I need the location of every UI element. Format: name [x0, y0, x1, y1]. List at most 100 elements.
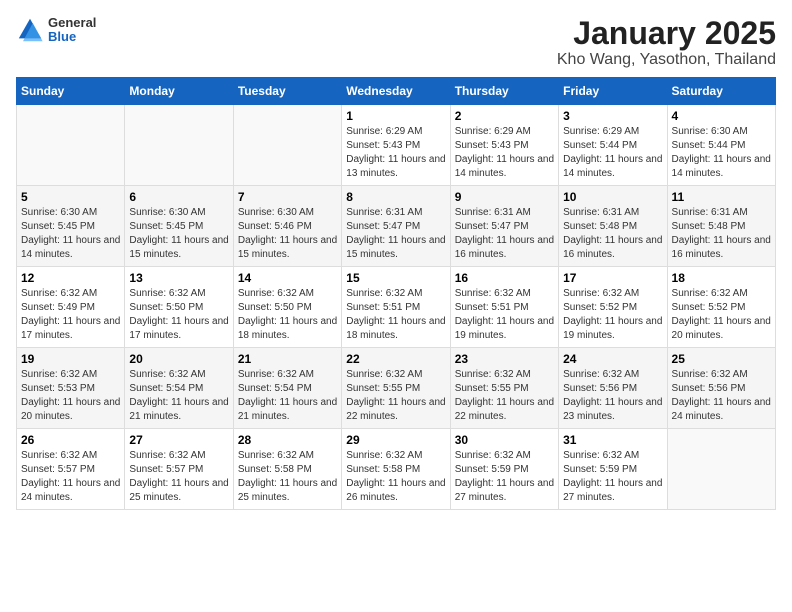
- header-cell-saturday: Saturday: [667, 78, 775, 105]
- week-row-4: 19 Sunrise: 6:32 AMSunset: 5:53 PMDayligh…: [17, 348, 776, 429]
- day-info: Sunrise: 6:31 AMSunset: 5:48 PMDaylight:…: [563, 206, 662, 262]
- calendar-table: SundayMondayTuesdayWednesdayThursdayFrid…: [16, 77, 776, 510]
- day-number: 5: [21, 190, 120, 204]
- day-info: Sunrise: 6:29 AMSunset: 5:44 PMDaylight:…: [563, 125, 662, 181]
- header-cell-thursday: Thursday: [450, 78, 558, 105]
- day-info: Sunrise: 6:32 AMSunset: 5:49 PMDaylight:…: [21, 287, 120, 343]
- day-info: Sunrise: 6:32 AMSunset: 5:57 PMDaylight:…: [21, 449, 120, 505]
- day-number: 8: [346, 190, 445, 204]
- week-row-5: 26Sunrise: 6:32 AMSunset: 5:57 PMDayligh…: [17, 429, 776, 510]
- day-number: 24: [563, 352, 662, 366]
- day-info: Sunrise: 6:30 AMSunset: 5:46 PMDaylight:…: [238, 206, 337, 262]
- day-info: Sunrise: 6:32 AMSunset: 5:52 PMDaylight:…: [563, 287, 662, 343]
- day-cell: 10 Sunrise: 6:31 AMSunset: 5:48 PMDayligh…: [559, 186, 667, 267]
- day-cell: 28 Sunrise: 6:32 AMSunset: 5:58 PMDayligh…: [233, 429, 341, 510]
- day-number: 17: [563, 271, 662, 285]
- day-info: Sunrise: 6:32 AMSunset: 5:54 PMDaylight:…: [238, 368, 337, 424]
- header-cell-sunday: Sunday: [17, 78, 125, 105]
- day-cell: 1Sunrise: 6:29 AMSunset: 5:43 PMDaylight…: [342, 105, 450, 186]
- day-number: 18: [672, 271, 771, 285]
- day-info: Sunrise: 6:32 AMSunset: 5:51 PMDaylight:…: [346, 287, 445, 343]
- day-info: Sunrise: 6:32 AMSunset: 5:56 PMDaylight:…: [672, 368, 771, 424]
- day-cell: 31 Sunrise: 6:32 AMSunset: 5:59 PMDayligh…: [559, 429, 667, 510]
- day-number: 22: [346, 352, 445, 366]
- day-cell: 29 Sunrise: 6:32 AMSunset: 5:58 PMDayligh…: [342, 429, 450, 510]
- day-cell: 23 Sunrise: 6:32 AMSunset: 5:55 PMDayligh…: [450, 348, 558, 429]
- week-row-3: 12 Sunrise: 6:32 AMSunset: 5:49 PMDayligh…: [17, 267, 776, 348]
- day-cell: 9 Sunrise: 6:31 AMSunset: 5:47 PMDaylight…: [450, 186, 558, 267]
- day-number: 9: [455, 190, 554, 204]
- day-info: Sunrise: 6:31 AMSunset: 5:47 PMDaylight:…: [455, 206, 554, 262]
- day-cell: 18 Sunrise: 6:32 AMSunset: 5:52 PMDayligh…: [667, 267, 775, 348]
- title-block: January 2025 Kho Wang, Yasothon, Thailan…: [557, 16, 776, 69]
- day-info: Sunrise: 6:32 AMSunset: 5:55 PMDaylight:…: [455, 368, 554, 424]
- day-number: 27: [129, 433, 228, 447]
- day-cell: 6 Sunrise: 6:30 AMSunset: 5:45 PMDaylight…: [125, 186, 233, 267]
- day-number: 2: [455, 109, 554, 123]
- day-info: Sunrise: 6:32 AMSunset: 5:58 PMDaylight:…: [346, 449, 445, 505]
- day-info: Sunrise: 6:32 AMSunset: 5:50 PMDaylight:…: [129, 287, 228, 343]
- day-info: Sunrise: 6:29 AMSunset: 5:43 PMDaylight:…: [455, 125, 554, 181]
- day-info: Sunrise: 6:32 AMSunset: 5:57 PMDaylight:…: [129, 449, 228, 505]
- day-number: 14: [238, 271, 337, 285]
- day-cell: 25 Sunrise: 6:32 AMSunset: 5:56 PMDayligh…: [667, 348, 775, 429]
- day-number: 29: [346, 433, 445, 447]
- day-number: 3: [563, 109, 662, 123]
- day-info: Sunrise: 6:30 AMSunset: 5:45 PMDaylight:…: [129, 206, 228, 262]
- day-number: 12: [21, 271, 120, 285]
- day-cell: 17 Sunrise: 6:32 AMSunset: 5:52 PMDayligh…: [559, 267, 667, 348]
- day-number: 31: [563, 433, 662, 447]
- day-number: 19: [21, 352, 120, 366]
- day-cell: [233, 105, 341, 186]
- day-cell: [125, 105, 233, 186]
- day-info: Sunrise: 6:32 AMSunset: 5:51 PMDaylight:…: [455, 287, 554, 343]
- day-cell: 30Sunrise: 6:32 AMSunset: 5:59 PMDayligh…: [450, 429, 558, 510]
- day-cell: 22 Sunrise: 6:32 AMSunset: 5:55 PMDayligh…: [342, 348, 450, 429]
- day-number: 20: [129, 352, 228, 366]
- day-info: Sunrise: 6:31 AMSunset: 5:48 PMDaylight:…: [672, 206, 771, 262]
- day-cell: 2 Sunrise: 6:29 AMSunset: 5:43 PMDaylight…: [450, 105, 558, 186]
- day-cell: 27 Sunrise: 6:32 AMSunset: 5:57 PMDayligh…: [125, 429, 233, 510]
- day-cell: 12 Sunrise: 6:32 AMSunset: 5:49 PMDayligh…: [17, 267, 125, 348]
- header-cell-wednesday: Wednesday: [342, 78, 450, 105]
- day-info: Sunrise: 6:32 AMSunset: 5:52 PMDaylight:…: [672, 287, 771, 343]
- logo-text: General Blue: [48, 16, 96, 45]
- day-number: 6: [129, 190, 228, 204]
- calendar-header: SundayMondayTuesdayWednesdayThursdayFrid…: [17, 78, 776, 105]
- day-info: Sunrise: 6:31 AMSunset: 5:47 PMDaylight:…: [346, 206, 445, 262]
- day-info: Sunrise: 6:32 AMSunset: 5:53 PMDaylight:…: [21, 368, 120, 424]
- day-info: Sunrise: 6:32 AMSunset: 5:56 PMDaylight:…: [563, 368, 662, 424]
- day-number: 23: [455, 352, 554, 366]
- day-info: Sunrise: 6:32 AMSunset: 5:55 PMDaylight:…: [346, 368, 445, 424]
- logo-general: General: [48, 16, 96, 30]
- day-info: Sunrise: 6:32 AMSunset: 5:54 PMDaylight:…: [129, 368, 228, 424]
- day-cell: 8 Sunrise: 6:31 AMSunset: 5:47 PMDaylight…: [342, 186, 450, 267]
- logo-blue: Blue: [48, 30, 96, 44]
- day-cell: 11Sunrise: 6:31 AMSunset: 5:48 PMDayligh…: [667, 186, 775, 267]
- day-number: 7: [238, 190, 337, 204]
- header-cell-monday: Monday: [125, 78, 233, 105]
- week-row-2: 5 Sunrise: 6:30 AMSunset: 5:45 PMDaylight…: [17, 186, 776, 267]
- day-number: 28: [238, 433, 337, 447]
- day-number: 13: [129, 271, 228, 285]
- logo: General Blue: [16, 16, 96, 45]
- day-info: Sunrise: 6:30 AMSunset: 5:44 PMDaylight:…: [672, 125, 771, 181]
- day-number: 10: [563, 190, 662, 204]
- day-info: Sunrise: 6:32 AMSunset: 5:59 PMDaylight:…: [563, 449, 662, 505]
- day-cell: [667, 429, 775, 510]
- calendar-body: 1Sunrise: 6:29 AMSunset: 5:43 PMDaylight…: [17, 105, 776, 510]
- day-cell: 4 Sunrise: 6:30 AMSunset: 5:44 PMDaylight…: [667, 105, 775, 186]
- day-cell: 19 Sunrise: 6:32 AMSunset: 5:53 PMDayligh…: [17, 348, 125, 429]
- header-row: SundayMondayTuesdayWednesdayThursdayFrid…: [17, 78, 776, 105]
- day-info: Sunrise: 6:32 AMSunset: 5:58 PMDaylight:…: [238, 449, 337, 505]
- day-info: Sunrise: 6:32 AMSunset: 5:59 PMDaylight:…: [455, 449, 554, 505]
- day-number: 25: [672, 352, 771, 366]
- day-cell: 13 Sunrise: 6:32 AMSunset: 5:50 PMDayligh…: [125, 267, 233, 348]
- day-cell: 7 Sunrise: 6:30 AMSunset: 5:46 PMDaylight…: [233, 186, 341, 267]
- day-number: 21: [238, 352, 337, 366]
- day-info: Sunrise: 6:30 AMSunset: 5:45 PMDaylight:…: [21, 206, 120, 262]
- day-cell: 5 Sunrise: 6:30 AMSunset: 5:45 PMDaylight…: [17, 186, 125, 267]
- day-number: 4: [672, 109, 771, 123]
- day-number: 16: [455, 271, 554, 285]
- day-cell: 16 Sunrise: 6:32 AMSunset: 5:51 PMDayligh…: [450, 267, 558, 348]
